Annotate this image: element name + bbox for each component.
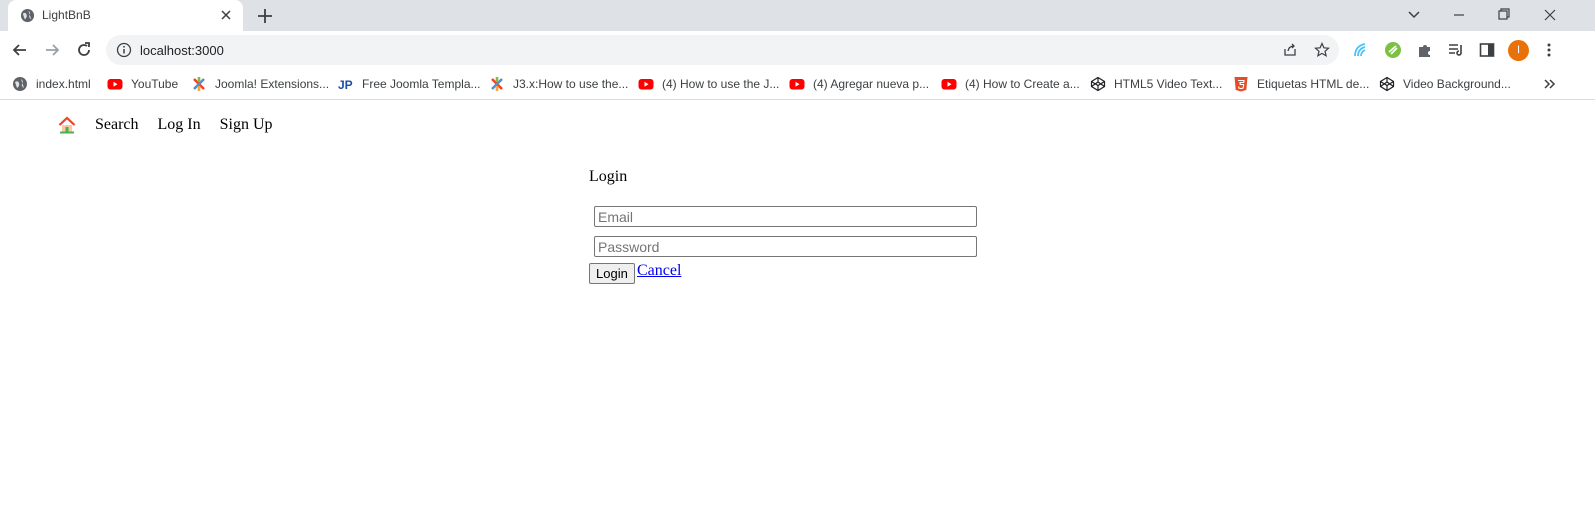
share-icon[interactable] (1282, 42, 1298, 58)
youtube-icon (638, 79, 654, 90)
menu-kebab-icon[interactable] (1540, 41, 1558, 59)
bookmark-label: (4) How to use the J... (662, 77, 780, 91)
restore-icon[interactable] (1494, 6, 1514, 24)
browser-tab[interactable]: LightBnB (8, 0, 243, 31)
bookmark-label: Joomla! Extensions... (215, 77, 330, 91)
bookmark-item[interactable]: (4) How to Create a... (941, 75, 1080, 93)
bookmark-label: Video Background... (1403, 77, 1511, 91)
forward-icon[interactable] (42, 40, 62, 60)
back-icon[interactable] (10, 40, 30, 60)
youtube-icon (941, 79, 957, 90)
bookmark-label: HTML5 Video Text... (1114, 77, 1223, 91)
bookmark-label: (4) Agregar nueva p... (813, 77, 930, 91)
bookmark-item[interactable]: Joomla! Extensions... (191, 75, 329, 93)
new-tab-icon[interactable] (255, 6, 275, 26)
bookmark-item[interactable]: (4) Agregar nueva p... (789, 75, 929, 93)
html5-icon (1234, 77, 1248, 92)
bookmark-star-icon[interactable] (1314, 42, 1330, 58)
bookmark-item[interactable]: Video Background... (1379, 75, 1511, 93)
page-content: Search Log In Sign Up Login Login Cancel (0, 100, 1595, 510)
extensions-puzzle-icon[interactable] (1416, 41, 1434, 59)
extension-grammar-icon[interactable] (1384, 41, 1402, 59)
jp-icon: JP (338, 78, 353, 92)
joomla-icon (491, 77, 503, 91)
side-panel-icon[interactable] (1478, 41, 1496, 59)
bookmark-label: Etiquetas HTML de... (1257, 77, 1370, 91)
tab-title: LightBnB (42, 8, 91, 22)
bookmark-item[interactable]: J3.x:How to use the... (489, 75, 628, 93)
globe-icon (20, 8, 35, 23)
bookmark-label: (4) How to Create a... (965, 77, 1080, 91)
site-nav: Search Log In Sign Up (58, 116, 273, 134)
bookmark-item[interactable]: JP Free Joomla Templa... (338, 75, 481, 93)
bookmark-item[interactable]: Etiquetas HTML de... (1233, 75, 1369, 93)
nav-search-link[interactable]: Search (95, 116, 139, 134)
nav-login-link[interactable]: Log In (158, 116, 201, 134)
bookmark-item[interactable]: (4) How to use the J... (638, 75, 779, 93)
bookmark-item[interactable]: index.html (12, 75, 91, 93)
tab-strip: LightBnB (0, 0, 1595, 31)
minimize-icon[interactable] (1449, 6, 1469, 24)
tab-search-icon[interactable] (1404, 6, 1424, 24)
close-tab-icon[interactable] (218, 7, 234, 23)
bookmark-label: Free Joomla Templa... (362, 77, 481, 91)
media-controls-icon[interactable] (1447, 41, 1465, 59)
email-field[interactable] (594, 206, 977, 227)
youtube-icon (107, 79, 123, 90)
address-url: localhost:3000 (140, 43, 224, 58)
home-icon[interactable] (58, 116, 76, 134)
bookmark-item[interactable]: HTML5 Video Text... (1090, 75, 1222, 93)
more-bookmarks-icon[interactable] (1541, 75, 1559, 93)
login-heading: Login (589, 168, 628, 185)
bookmark-label: J3.x:How to use the... (513, 77, 629, 91)
globe-icon (13, 77, 27, 91)
profile-avatar[interactable]: I (1508, 40, 1529, 61)
youtube-icon (789, 79, 805, 90)
extension-wave-icon[interactable] (1352, 41, 1370, 59)
close-window-icon[interactable] (1540, 6, 1560, 24)
bookmarks-bar: index.html YouTube Joomla! Extensions...… (0, 69, 1595, 100)
cancel-link[interactable]: Cancel (637, 262, 681, 280)
joomla-icon (193, 77, 205, 91)
reload-icon[interactable] (74, 40, 94, 60)
browser-toolbar: localhost:3000 I (0, 31, 1595, 69)
bookmark-label: YouTube (131, 77, 179, 91)
nav-signup-link[interactable]: Sign Up (220, 116, 273, 134)
address-bar[interactable]: localhost:3000 (106, 35, 1339, 65)
site-info-icon[interactable] (116, 42, 132, 58)
codepen-icon (1090, 76, 1106, 92)
bookmark-item[interactable]: YouTube (107, 75, 178, 93)
codepen-icon (1379, 76, 1395, 92)
svg-text:JP: JP (338, 78, 353, 92)
login-button[interactable]: Login (589, 263, 635, 284)
bookmark-label: index.html (36, 77, 91, 91)
password-field[interactable] (594, 236, 977, 257)
